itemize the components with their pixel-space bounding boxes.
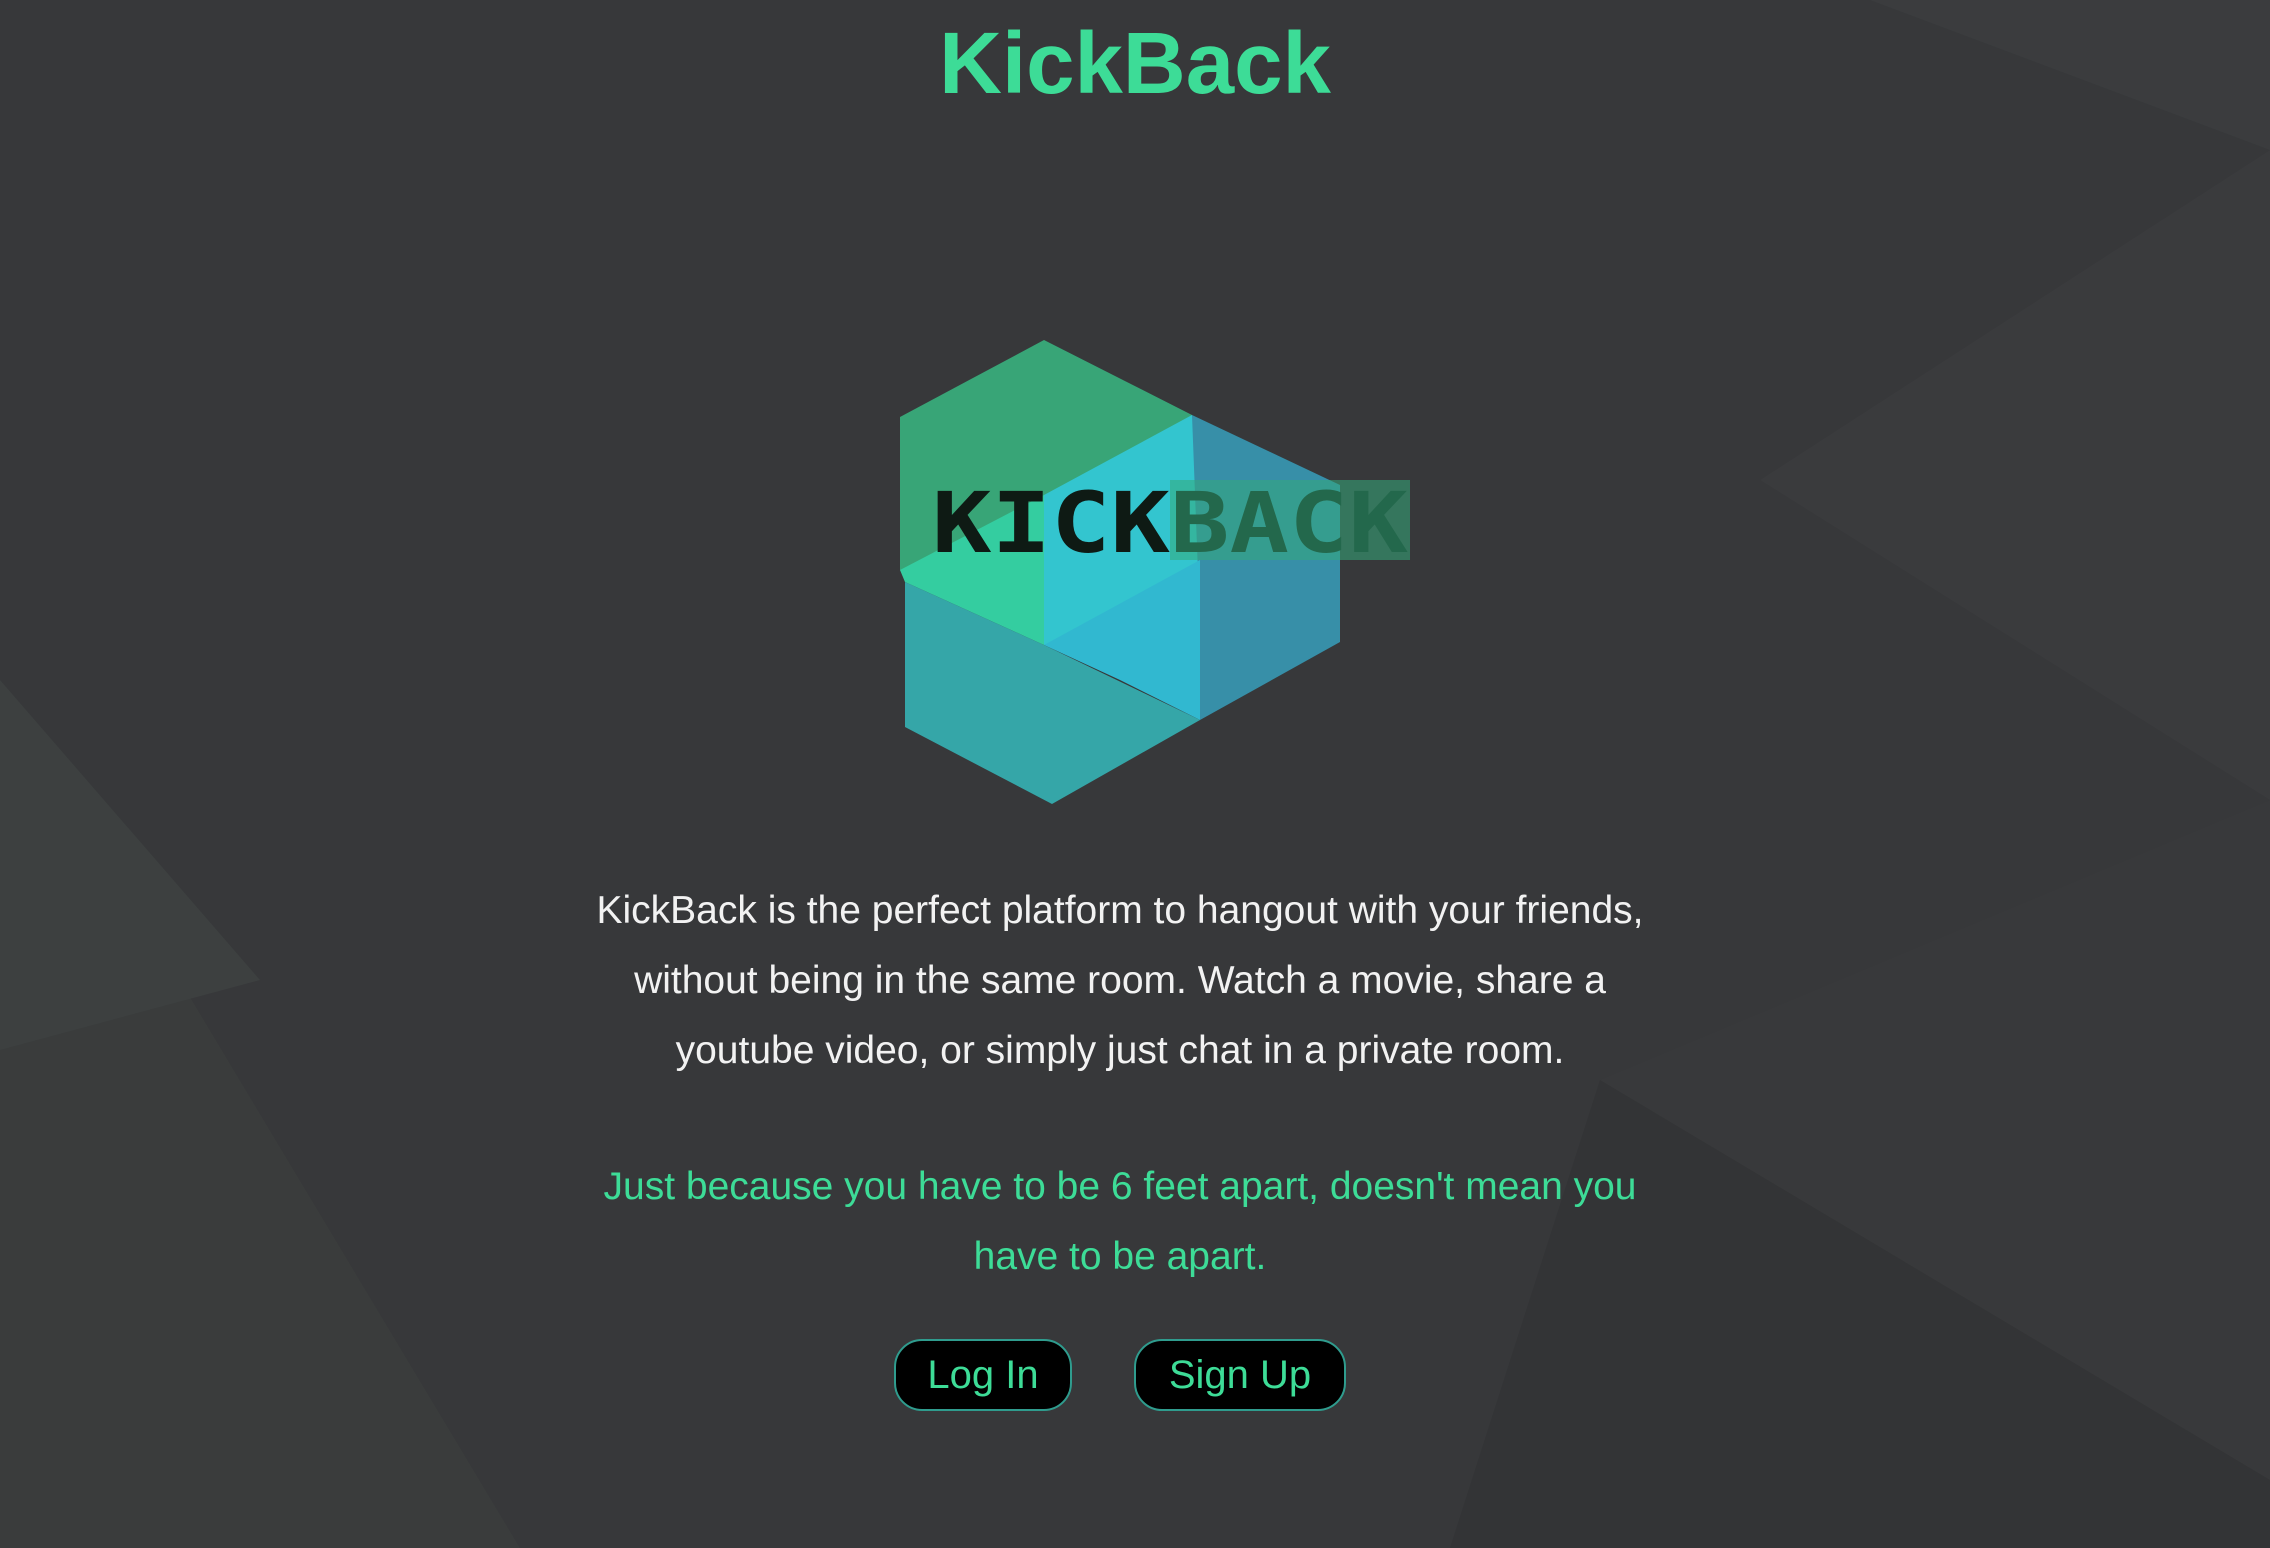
login-button[interactable]: Log In (894, 1339, 1072, 1411)
kickback-logo: KICKBACK (900, 340, 1410, 804)
site-title: KickBack (939, 15, 1331, 112)
tagline-text: Just because you have to be 6 feet apart… (603, 1165, 1637, 1278)
description-text: KickBack is the perfect platform to hang… (596, 889, 1644, 1072)
signup-button[interactable]: Sign Up (1134, 1339, 1346, 1411)
